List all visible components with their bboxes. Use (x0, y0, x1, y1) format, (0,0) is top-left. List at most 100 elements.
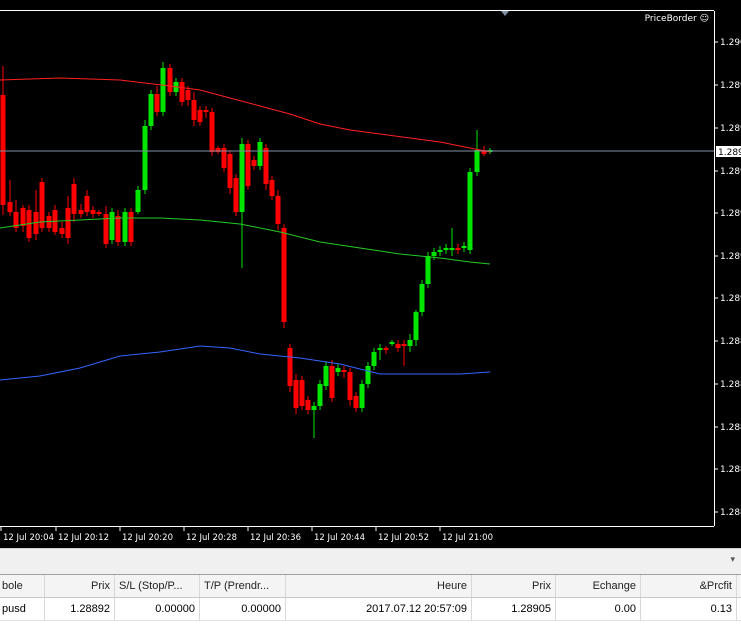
candle[interactable] (185, 90, 191, 100)
candle[interactable] (275, 196, 281, 224)
col-swap-header[interactable]: Echange (556, 575, 641, 597)
candle[interactable] (474, 150, 480, 172)
candle[interactable] (96, 212, 102, 214)
candle[interactable] (323, 366, 329, 386)
candle[interactable] (142, 126, 148, 190)
candle[interactable] (443, 248, 449, 250)
candle[interactable] (39, 182, 45, 228)
candle[interactable] (115, 216, 121, 242)
candle[interactable] (203, 110, 209, 112)
candle[interactable] (227, 154, 233, 188)
candle[interactable] (263, 148, 269, 184)
candle[interactable] (389, 342, 395, 344)
y-tick-label: 1.288 (720, 465, 741, 475)
candle[interactable] (365, 366, 371, 384)
candle[interactable] (209, 112, 215, 152)
candle[interactable] (335, 368, 341, 372)
candle[interactable] (419, 284, 425, 312)
col-close-price-header[interactable]: Prix (472, 575, 556, 597)
candle[interactable] (425, 256, 431, 284)
candle[interactable] (135, 190, 141, 212)
candle[interactable] (347, 372, 353, 400)
y-tick-label: 1.289 (720, 294, 741, 304)
candle[interactable] (128, 212, 134, 242)
candle[interactable] (395, 344, 401, 348)
candle[interactable] (84, 196, 90, 212)
candle[interactable] (341, 370, 347, 372)
price-chart[interactable]: 1.290 1.289 1.289 1.289 1.289 1.289 1.289 1.288… (0, 0, 741, 548)
candle[interactable] (0, 95, 6, 205)
y-tick-label: 1.290 (720, 38, 741, 48)
cell-close-price: 1.28905 (472, 598, 556, 620)
x-tick-label: 12 Jul 21:00 (442, 533, 493, 543)
candle[interactable] (65, 208, 71, 238)
candle[interactable] (467, 172, 473, 250)
candle[interactable] (281, 228, 287, 322)
candle[interactable] (299, 380, 305, 406)
candle[interactable] (78, 210, 84, 214)
col-symbol-header[interactable]: bole (0, 575, 45, 597)
cell-price: 1.28892 (45, 598, 115, 620)
chart-canvas[interactable]: 1.290 1.289 1.289 1.289 1.289 1.289 1.289 1.288… (0, 0, 741, 548)
candle[interactable] (148, 94, 154, 126)
y-tick-label: 1.289 (720, 252, 741, 262)
candle[interactable] (239, 144, 245, 212)
candle[interactable] (197, 110, 203, 122)
candle[interactable] (371, 352, 377, 366)
col-sl-header[interactable]: S/L (Stop/P... (115, 575, 200, 597)
candle[interactable] (311, 406, 317, 410)
candle[interactable] (305, 400, 311, 410)
x-tick-label: 12 Jul 20:44 (314, 533, 365, 543)
candle[interactable] (251, 160, 257, 166)
candle[interactable] (269, 180, 275, 196)
candle[interactable] (245, 144, 251, 186)
cell-time: 2017.07.12 20:57:09 (286, 598, 472, 620)
y-tick-label: 1.288 (720, 337, 741, 347)
candle[interactable] (407, 340, 413, 346)
candle[interactable] (401, 344, 407, 346)
candle[interactable] (461, 246, 467, 248)
table-row[interactable]: pusd 1.28892 0.00000 0.00000 2017.07.12 … (0, 598, 741, 621)
candle[interactable] (413, 312, 419, 340)
y-tick-label: 1.288 (720, 380, 741, 390)
candle[interactable] (437, 250, 443, 252)
col-price-header[interactable]: Prix (45, 575, 115, 597)
candle[interactable] (293, 380, 299, 408)
candle[interactable] (359, 384, 365, 408)
x-tick-label: 12 Jul 20:12 (58, 533, 109, 543)
candle[interactable] (353, 396, 359, 408)
candle[interactable] (449, 248, 455, 250)
x-tick-label: 12 Jul 20:28 (186, 533, 237, 543)
candle[interactable] (167, 68, 173, 92)
chevron-down-icon[interactable]: ▾ (730, 555, 735, 565)
candle[interactable] (383, 348, 389, 350)
candle[interactable] (191, 100, 197, 120)
candle[interactable] (329, 366, 335, 398)
candle[interactable] (233, 178, 239, 212)
terminal-separator: ▾ (0, 548, 741, 573)
candle[interactable] (122, 212, 128, 242)
candle[interactable] (431, 252, 437, 256)
y-tick-label: 1.288 (720, 423, 741, 433)
candle[interactable] (257, 142, 263, 166)
candle[interactable] (20, 208, 26, 226)
candle[interactable] (71, 184, 77, 214)
candle[interactable] (59, 228, 65, 234)
col-time-header[interactable]: Heure (286, 575, 472, 597)
candle[interactable] (317, 384, 323, 406)
candle[interactable] (179, 82, 185, 102)
candle[interactable] (287, 348, 293, 386)
candle[interactable] (7, 202, 13, 212)
candle[interactable] (90, 210, 96, 214)
candle[interactable] (160, 68, 166, 112)
candle[interactable] (455, 248, 461, 250)
col-tp-header[interactable]: T/P (Prendr... (200, 575, 286, 597)
col-profit-header[interactable]: &Prcfit (641, 575, 737, 597)
candle[interactable] (154, 94, 160, 112)
cell-tp: 0.00000 (200, 598, 286, 620)
candle[interactable] (377, 348, 383, 350)
chart-shift-marker[interactable] (501, 11, 509, 16)
candle[interactable] (109, 212, 115, 240)
y-tick-label: 1.289 (720, 81, 741, 91)
x-tick-label: 12 Jul 20:36 (250, 533, 301, 543)
